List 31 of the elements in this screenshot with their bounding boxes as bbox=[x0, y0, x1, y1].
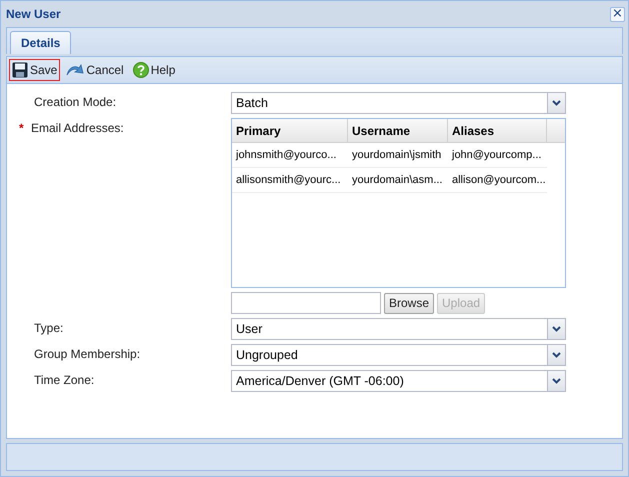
column-header[interactable]: Primary bbox=[232, 119, 348, 142]
close-button[interactable]: × bbox=[610, 6, 625, 22]
column-header[interactable]: Aliases bbox=[448, 119, 547, 142]
field-label: Type: bbox=[34, 321, 64, 337]
table-cell-text: allison@yourcom... bbox=[451, 173, 547, 188]
dropdown-select[interactable]: User bbox=[231, 318, 566, 340]
browse-button[interactable]: Browse bbox=[384, 292, 434, 314]
details-tab[interactable]: Details bbox=[10, 31, 72, 54]
window-title: New User bbox=[6, 7, 61, 21]
creation-mode-select[interactable]: Batch bbox=[231, 92, 566, 114]
help-button[interactable]: Help bbox=[130, 59, 178, 81]
file-path-field[interactable] bbox=[231, 292, 381, 314]
table-cell-text: john@yourcomp... bbox=[450, 148, 542, 163]
table-cell-text: johnsmith@yourco... bbox=[234, 148, 338, 163]
field-label: Email Addresses: bbox=[31, 121, 124, 137]
grid-row[interactable]: allisonsmith@yourc... yourdomain\asm... allison@yourcom... bbox=[232, 168, 547, 193]
dropdown-select[interactable]: Ungrouped bbox=[231, 344, 566, 366]
required-asterisk: * bbox=[19, 121, 25, 137]
field-label: Group Membership: bbox=[34, 347, 140, 363]
table-cell-text: allisonsmith@yourc... bbox=[235, 173, 342, 188]
table-cell-text: yourdomain\asm... bbox=[351, 173, 444, 188]
field-label: Time Zone: bbox=[34, 373, 94, 389]
help-icon bbox=[132, 62, 149, 78]
dropdown-select[interactable]: America/Denver (GMT -06:00) bbox=[231, 370, 566, 392]
save-button[interactable]: Save bbox=[9, 59, 60, 81]
column-header[interactable]: Username bbox=[348, 119, 448, 142]
curved-arrow-icon bbox=[66, 63, 84, 77]
table-cell-text: yourdomain\jsmith bbox=[351, 148, 442, 163]
grid-row[interactable]: johnsmith@yourco... yourdomain\jsmith john@yourcomp... bbox=[232, 143, 547, 168]
field-label: Creation Mode: bbox=[34, 95, 116, 111]
cancel-button[interactable]: Cancel bbox=[63, 59, 127, 81]
